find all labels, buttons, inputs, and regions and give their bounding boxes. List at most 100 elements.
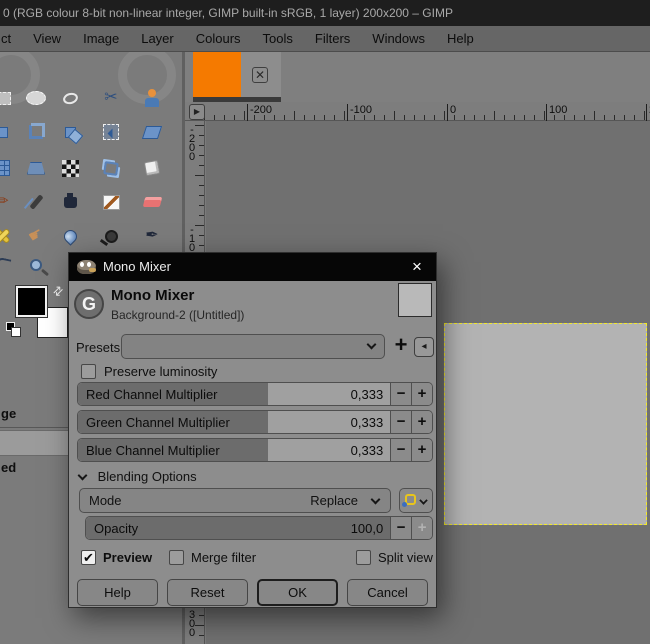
slider-label: Green Channel Multiplier (86, 415, 230, 430)
ellipse-select-tool-icon[interactable] (23, 85, 49, 111)
presets-label: Presets: (76, 340, 124, 355)
add-preset-button[interactable]: + (390, 332, 412, 358)
mode-value: Replace (310, 493, 358, 508)
perspective-tool-icon[interactable] (23, 155, 49, 181)
move-tool-icon[interactable] (0, 119, 15, 145)
dialog-close-icon[interactable]: × (404, 255, 430, 279)
merge-filter-checkbox[interactable] (169, 550, 184, 565)
slider-track[interactable]: Opacity 100,0 (86, 517, 390, 539)
split-view-label: Split view (378, 550, 433, 565)
gegl-operation-icon: G (74, 289, 104, 319)
decrement-button[interactable]: − (390, 517, 411, 539)
red-channel-slider[interactable]: Red Channel Multiplier 0,333 − + (77, 382, 433, 406)
cage-transform-tool-icon[interactable] (98, 155, 124, 181)
mypaint-brush-tool-icon[interactable] (98, 189, 124, 215)
crop-tool-icon[interactable] (23, 119, 49, 145)
foreground-select-tool-icon[interactable] (139, 85, 165, 111)
rectangle-select-tool-icon[interactable] (0, 85, 15, 111)
airbrush-tool-icon[interactable] (23, 189, 49, 215)
menu-view[interactable]: View (33, 31, 61, 46)
free-select-tool-icon[interactable] (57, 85, 83, 111)
warp-checker-tool-icon[interactable] (57, 155, 83, 181)
switch-mode-group-icon (405, 494, 416, 505)
preview-swatch (398, 283, 432, 317)
increment-button[interactable]: + (411, 439, 432, 461)
slider-value[interactable]: 0,333 (351, 415, 384, 430)
image-tab-thumbnail (193, 52, 241, 97)
measure-tool-icon[interactable] (0, 252, 15, 278)
canvas-image[interactable] (444, 323, 647, 525)
menu-help[interactable]: Help (447, 31, 474, 46)
reset-colors-icon[interactable] (6, 322, 15, 331)
blending-options-expander[interactable]: Blending Options (79, 469, 197, 484)
rotate-tool-icon[interactable] (57, 119, 83, 145)
heal-tool-icon[interactable] (0, 223, 15, 249)
window-titlebar[interactable]: 0 (RGB colour 8-bit non-linear integer, … (0, 0, 650, 26)
shear-tool-icon[interactable] (0, 155, 15, 181)
presets-dropdown[interactable] (121, 334, 385, 359)
dock-field[interactable] (0, 430, 69, 456)
cancel-button[interactable]: Cancel (347, 579, 428, 606)
slider-track[interactable]: Blue Channel Multiplier 0,333 (78, 439, 390, 461)
blending-options-label: Blending Options (98, 469, 197, 484)
blue-channel-slider[interactable]: Blue Channel Multiplier 0,333 − + (77, 438, 433, 462)
presets-menu-button[interactable]: ◂ (414, 337, 434, 357)
mode-dropdown[interactable]: Mode Replace (79, 488, 391, 513)
dock-divider (0, 427, 69, 428)
ink-tool-icon[interactable] (57, 189, 83, 215)
menu-select[interactable]: ct (1, 31, 11, 46)
green-channel-slider[interactable]: Green Channel Multiplier 0,333 − + (77, 410, 433, 434)
reset-button[interactable]: Reset (167, 579, 248, 606)
decrement-button[interactable]: − (390, 383, 411, 405)
image-tabstrip: ✕ (185, 52, 650, 102)
increment-button[interactable]: + (411, 411, 432, 433)
menu-image[interactable]: Image (83, 31, 119, 46)
increment-button[interactable]: + (411, 517, 432, 539)
opacity-slider[interactable]: Opacity 100,0 − + (85, 516, 433, 540)
menu-colours[interactable]: Colours (196, 31, 241, 46)
slider-value[interactable]: 0,333 (351, 387, 384, 402)
menu-filters[interactable]: Filters (315, 31, 350, 46)
ruler-label: 100 (546, 104, 567, 121)
menu-tools[interactable]: Tools (263, 31, 293, 46)
unified-transform-tool-icon[interactable] (98, 119, 124, 145)
decrement-button[interactable]: − (390, 411, 411, 433)
dodge-burn-tool-icon[interactable] (98, 223, 124, 249)
mode-group-switch-button[interactable] (399, 488, 433, 513)
slider-track[interactable]: Red Channel Multiplier 0,333 (78, 383, 390, 405)
help-button[interactable]: Help (77, 579, 158, 606)
paths-tool-icon[interactable]: ✒ (139, 223, 165, 249)
chevron-down-icon (78, 471, 88, 481)
flip-tool-icon[interactable] (139, 119, 165, 145)
merge-filter-label: Merge filter (191, 550, 256, 565)
split-view-checkbox[interactable] (356, 550, 371, 565)
horizontal-ruler[interactable]: -200 -100 0 100 2 (185, 102, 650, 121)
decrement-button[interactable]: − (390, 439, 411, 461)
scissors-select-tool-icon[interactable]: ✂ (98, 85, 124, 111)
ruler-corner-menu-button[interactable]: ▶ (189, 104, 205, 120)
blur-sharpen-tool-icon[interactable] (57, 223, 83, 249)
preserve-luminosity-checkbox[interactable] (81, 364, 96, 379)
zoom-tool-icon[interactable] (23, 252, 49, 278)
chevron-down-icon (367, 340, 377, 350)
foreground-color-swatch[interactable] (16, 286, 47, 317)
increment-button[interactable]: + (411, 383, 432, 405)
pencil-tool-icon[interactable]: ✏ (0, 189, 15, 215)
dock-label-bottom: ed (1, 460, 16, 475)
ruler-label: -200 (247, 104, 272, 121)
menu-layer[interactable]: Layer (141, 31, 174, 46)
preview-label: Preview (103, 550, 152, 565)
preview-checkbox[interactable]: ✔ (81, 550, 96, 565)
warp-tool-icon[interactable] (139, 155, 165, 181)
eraser-tool-icon[interactable] (139, 189, 165, 215)
slider-track[interactable]: Green Channel Multiplier 0,333 (78, 411, 390, 433)
slider-value[interactable]: 0,333 (351, 443, 384, 458)
dialog-titlebar[interactable]: Mono Mixer × (69, 253, 436, 281)
smudge-tool-icon[interactable]: ☛ (23, 223, 49, 249)
image-tab[interactable]: ✕ (193, 52, 281, 97)
slider-value[interactable]: 100,0 (351, 521, 384, 536)
chevron-down-icon (371, 495, 381, 505)
ok-button[interactable]: OK (257, 579, 338, 606)
menu-windows[interactable]: Windows (372, 31, 425, 46)
tab-close-icon[interactable]: ✕ (252, 67, 268, 83)
